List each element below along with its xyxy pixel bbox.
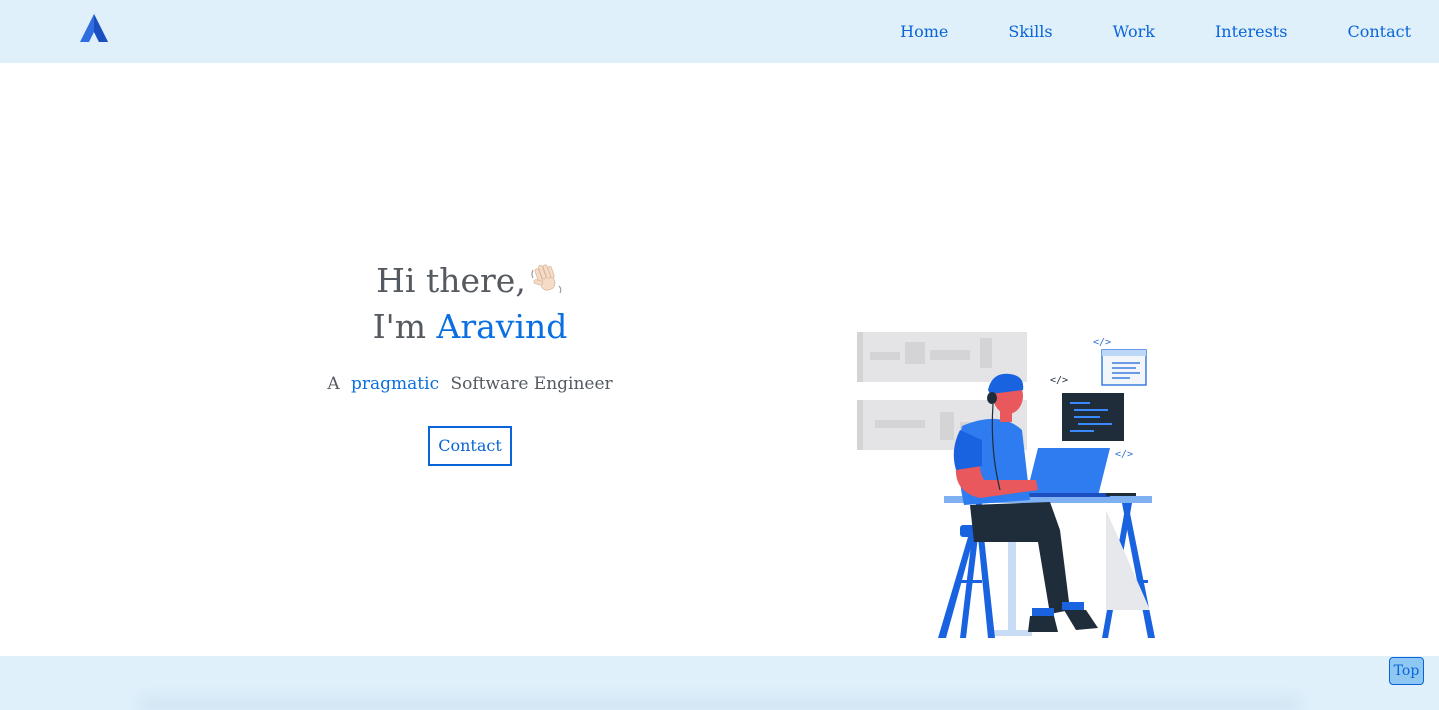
scroll-to-top-button[interactable]: Top	[1389, 657, 1424, 685]
hero-intro: Hi there, I'm Aravind A pragmatic Softwa…	[270, 258, 670, 466]
name-text: Aravind	[436, 307, 568, 346]
navbar: Home Skills Work Interests Contact	[0, 0, 1439, 63]
nav-skills-link[interactable]: Skills	[1008, 23, 1052, 40]
code-tag-label-2: </>	[1050, 375, 1068, 386]
tagline-accent: pragmatic	[351, 374, 440, 394]
nav-home-link[interactable]: Home	[900, 23, 948, 40]
nav-contact-link[interactable]: Contact	[1347, 23, 1411, 40]
nav-interests-link[interactable]: Interests	[1215, 23, 1288, 40]
contact-button[interactable]: Contact	[428, 426, 512, 466]
code-tag-label-3: </>	[1115, 449, 1133, 460]
code-tag-label: </>	[1093, 337, 1111, 348]
tagline-prefix: A	[327, 374, 340, 394]
tagline: A pragmatic Software Engineer	[270, 372, 670, 396]
developer-at-laptop-illustration: </> </> </>	[857, 332, 1155, 638]
nav-work-link[interactable]: Work	[1113, 23, 1155, 40]
nav-links: Home Skills Work Interests Contact	[840, 0, 1439, 63]
arch-a-logo-icon[interactable]	[78, 12, 110, 44]
name-heading: I'm Aravind	[270, 304, 670, 350]
greeting-text: Hi there,	[376, 261, 526, 300]
im-prefix: I'm	[372, 307, 427, 346]
greeting-heading: Hi there,	[270, 258, 670, 304]
waving-hand-icon	[531, 264, 562, 294]
footer-card-shadow	[140, 700, 1300, 710]
tagline-suffix: Software Engineer	[450, 374, 613, 394]
